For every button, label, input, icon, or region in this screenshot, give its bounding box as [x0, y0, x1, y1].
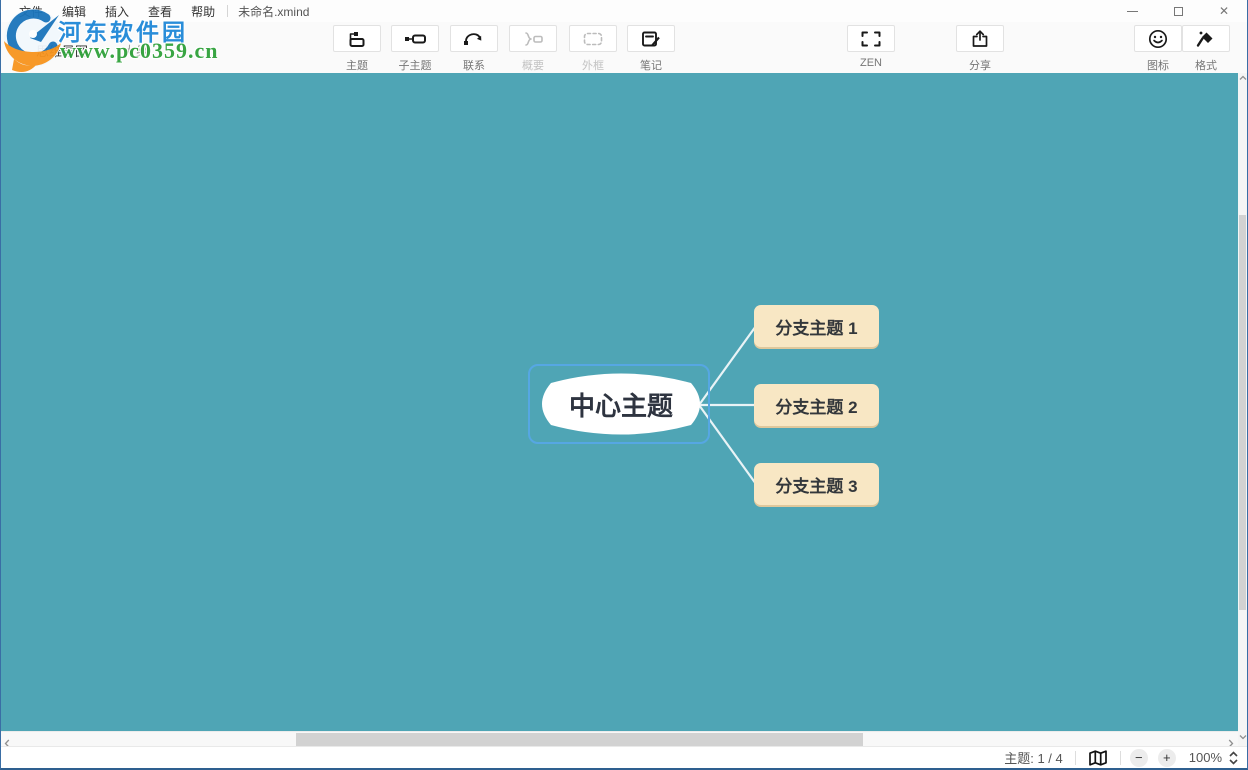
minimize-button[interactable]: [1109, 0, 1155, 22]
zen-button-label: ZEN: [847, 57, 895, 69]
relationship-icon: [463, 31, 485, 47]
map-overview-button[interactable]: [1080, 750, 1116, 766]
minus-icon: −: [1135, 750, 1143, 765]
topic-button-box: [333, 25, 381, 52]
summary-icon: [522, 31, 544, 47]
maximize-button[interactable]: [1155, 0, 1201, 22]
zoom-out-button[interactable]: −: [1130, 749, 1148, 767]
relationship-button[interactable]: 联系: [450, 25, 498, 73]
subtopic-button-box: [391, 25, 439, 52]
vertical-scroll-thumb[interactable]: [1239, 215, 1246, 610]
vertical-scrollbar[interactable]: [1238, 73, 1247, 746]
menu-insert[interactable]: 插入: [105, 3, 129, 20]
branch-topic-1[interactable]: 分支主题 1: [754, 305, 879, 347]
summary-button-box: [509, 25, 557, 52]
topic-button-label: 主题: [333, 57, 381, 73]
menu-help[interactable]: 帮助: [191, 3, 215, 20]
map-icon: [1088, 750, 1108, 766]
status-bar: 主题: 1 / 4 − + 100%: [1, 746, 1247, 768]
branch-topic-3[interactable]: 分支主题 3: [754, 463, 879, 505]
zen-button[interactable]: ZEN: [847, 25, 895, 69]
summary-button-label: 概要: [509, 57, 557, 73]
toolbar: 思维导图 大纲 主题 子主题: [1, 22, 1247, 73]
boundary-button: 外框: [569, 25, 617, 73]
notes-button-box: [627, 25, 675, 52]
statusbar-divider: [1120, 751, 1121, 765]
zen-mode-icon: [861, 31, 881, 47]
subtopic-icon: [404, 31, 426, 47]
zoom-level: 100%: [1189, 750, 1222, 765]
plus-icon: +: [1163, 750, 1171, 765]
topic-button[interactable]: 主题: [333, 25, 381, 73]
format-button-label: 格式: [1182, 57, 1230, 73]
menu-bar: 文件 编辑 插入 查看 帮助 未命名.xmind ✕: [1, 0, 1247, 22]
up-down-chevrons-icon: [1228, 750, 1239, 766]
horizontal-scroll-thumb[interactable]: [296, 733, 863, 746]
format-button-box: [1182, 25, 1230, 52]
maximize-icon: [1174, 7, 1183, 16]
tab-outline[interactable]: 大纲: [123, 41, 149, 60]
tab-mindmap[interactable]: 思维导图: [36, 41, 88, 60]
zoom-stepper[interactable]: [1228, 750, 1239, 766]
close-icon: ✕: [1219, 4, 1229, 18]
scroll-down-button[interactable]: [1238, 734, 1247, 744]
boundary-button-label: 外框: [569, 57, 617, 73]
menu-view[interactable]: 查看: [148, 3, 172, 20]
topic-icon: [346, 31, 368, 47]
relationship-button-label: 联系: [450, 57, 498, 73]
topic-counter: 主题: 1 / 4: [996, 748, 1071, 767]
window-controls: ✕: [1109, 0, 1247, 22]
zoom-in-button[interactable]: +: [1158, 749, 1176, 767]
paint-brush-icon: [1196, 29, 1216, 49]
share-button-box: [956, 25, 1004, 52]
boundary-icon: [583, 31, 603, 47]
scroll-up-button[interactable]: [1238, 75, 1247, 85]
zen-button-box: [847, 25, 895, 52]
markers-button[interactable]: 图标: [1134, 25, 1182, 73]
close-button[interactable]: ✕: [1201, 0, 1247, 22]
chevron-down-icon: [1239, 734, 1247, 740]
menu-edit[interactable]: 编辑: [62, 3, 86, 20]
statusbar-divider: [1075, 751, 1076, 765]
notes-icon: [641, 31, 661, 47]
mindmap-canvas[interactable]: 中心主题 分支主题 1 分支主题 2 分支主题 3: [1, 73, 1238, 731]
notes-button-label: 笔记: [627, 57, 675, 73]
chevron-up-icon: [1239, 75, 1247, 81]
xmind-window: 文件 编辑 插入 查看 帮助 未命名.xmind ✕ 思维导图 大纲 主题: [0, 0, 1248, 770]
relationship-button-box: [450, 25, 498, 52]
central-topic[interactable]: 中心主题: [535, 370, 707, 438]
minimize-icon: [1127, 11, 1138, 12]
document-title: 未命名.xmind: [238, 3, 309, 20]
title-separator: [227, 5, 228, 17]
menu-items: 文件 编辑 插入 查看 帮助: [1, 3, 215, 20]
menu-file[interactable]: 文件: [19, 3, 43, 20]
smiley-icon: [1148, 29, 1168, 49]
horizontal-scrollbar[interactable]: [1, 731, 1238, 746]
share-icon: [970, 30, 990, 48]
share-button-label: 分享: [956, 57, 1004, 73]
share-button[interactable]: 分享: [956, 25, 1004, 73]
branch-topic-2[interactable]: 分支主题 2: [754, 384, 879, 426]
subtopic-button-label: 子主题: [391, 57, 439, 73]
notes-button[interactable]: 笔记: [627, 25, 675, 73]
format-button[interactable]: 格式: [1182, 25, 1230, 73]
boundary-button-box: [569, 25, 617, 52]
subtopic-button[interactable]: 子主题: [391, 25, 439, 73]
summary-button: 概要: [509, 25, 557, 73]
markers-button-label: 图标: [1134, 57, 1182, 73]
markers-button-box: [1134, 25, 1182, 52]
